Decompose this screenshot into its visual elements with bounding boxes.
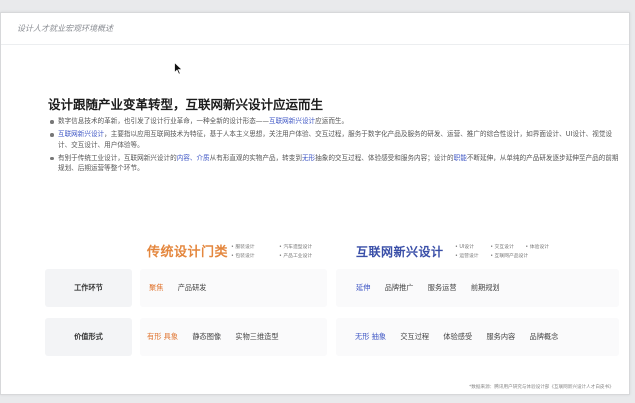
traditional-cell-work-stage: 聚焦 产品研发	[140, 269, 327, 307]
cell-item: 产品研发	[177, 283, 207, 292]
cell-item: 交互过程	[400, 332, 430, 341]
bullet-text: 抽象的交互过程、体验感受和服务内容；设计的	[315, 153, 454, 162]
bullet-highlight: 互联网新兴设计	[269, 117, 316, 125]
cell-item: 品牌概念	[529, 332, 559, 341]
cell-tag: 有形 具象	[147, 332, 179, 341]
bullet-text: 应运而生。	[315, 117, 349, 125]
cell-item: 前期规划	[470, 283, 500, 292]
traditional-cell-value-form: 有形 具象 静态图像 实物三维造型	[140, 318, 327, 356]
traditional-item: 产品工业设计	[279, 252, 327, 261]
row-label-value-form: 价值形式	[45, 318, 132, 356]
mouse-cursor-icon	[174, 60, 184, 79]
cell-item: 服务运营	[427, 283, 457, 292]
bullet-item: 数字信息技术的革新，也引发了设计行业革命，一种全新的设计形态——互联网新兴设计应…	[49, 116, 623, 127]
presentation-slide: 设计人才就业宏观环境概述 设计跟随产业变革转型，互联网新兴设计应运而生 数字信息…	[0, 12, 630, 395]
bullet-text: 从有形直观的实物产品，转变到	[209, 153, 302, 162]
bullet-text: 数字信息技术的革新，也引发了设计行业革命，一种全新的设计形态——	[58, 117, 269, 125]
internet-cell-value-form: 无形 抽象 交互过程 体验感受 服务内容 品牌概念	[336, 318, 619, 356]
bullet-item: 有别于传统工业设计，互联网新兴设计的内容、介质从有形直观的实物产品，转变到无形抽…	[49, 153, 623, 174]
traditional-item: 服装设计	[231, 243, 279, 252]
internet-design-list: UI设计交互设计体验设计运营设计互联网产品设计	[455, 243, 565, 261]
cell-item: 服务内容	[486, 332, 516, 341]
cell-tag: 无形 抽象	[355, 332, 387, 341]
traditional-design-title: 传统设计门类	[147, 245, 229, 260]
traditional-item: 汽车造型设计	[279, 243, 327, 252]
cell-item: 品牌推广	[384, 283, 414, 292]
traditional-design-list: 服装设计汽车造型设计包装设计产品工业设计	[231, 243, 331, 261]
internet-design-title: 互联网新兴设计	[356, 245, 444, 259]
internet-item: 运营设计	[455, 252, 490, 261]
bullet-item: 互联网新兴设计，主要指以应用互联网技术为特征，基于人本主义思想，关注用户体验、交…	[49, 129, 623, 150]
internet-item: 体验设计	[525, 243, 560, 252]
internet-item: 交互设计	[490, 243, 525, 252]
traditional-item: 包装设计	[231, 252, 279, 261]
row-label-work-stage: 工作环节	[45, 269, 132, 307]
bullet-text: 有别于传统工业设计，互联网新兴设计的	[58, 153, 177, 162]
cell-item: 体验感受	[443, 332, 473, 341]
data-source-footnote: *数据来源：腾讯用户研究与体验设计部《互联网新兴设计人才白皮书》	[469, 385, 614, 390]
internet-item: UI设计	[455, 243, 490, 252]
cell-tag: 聚焦	[149, 283, 164, 292]
bullet-highlight: 互联网新兴设计	[58, 130, 105, 138]
bullet-list: 数字信息技术的革新，也引发了设计行业革命，一种全新的设计形态——互联网新兴设计应…	[49, 116, 623, 176]
bullet-text: ，主要指以应用互联网技术为特征，基于人本主义思想，关注用户体验、交互过程，服务于…	[58, 130, 613, 149]
cell-tag: 延伸	[356, 283, 371, 292]
cell-item: 实物三维造型	[235, 332, 279, 341]
bullet-highlight: 无形	[301, 153, 316, 162]
bullet-highlight: 内容、介质	[176, 153, 210, 162]
internet-cell-work-stage: 延伸 品牌推广 服务运营 前期规划	[336, 269, 619, 307]
header-title: 设计人才就业宏观环境概述	[17, 24, 113, 33]
bullet-highlight: 职能	[453, 153, 467, 162]
cell-item: 静态图像	[192, 332, 222, 341]
slide-header: 设计人才就业宏观环境概述	[1, 13, 629, 45]
main-title: 设计跟随产业变革转型，互联网新兴设计应运而生	[48, 97, 324, 112]
internet-item: 互联网产品设计	[490, 252, 556, 261]
